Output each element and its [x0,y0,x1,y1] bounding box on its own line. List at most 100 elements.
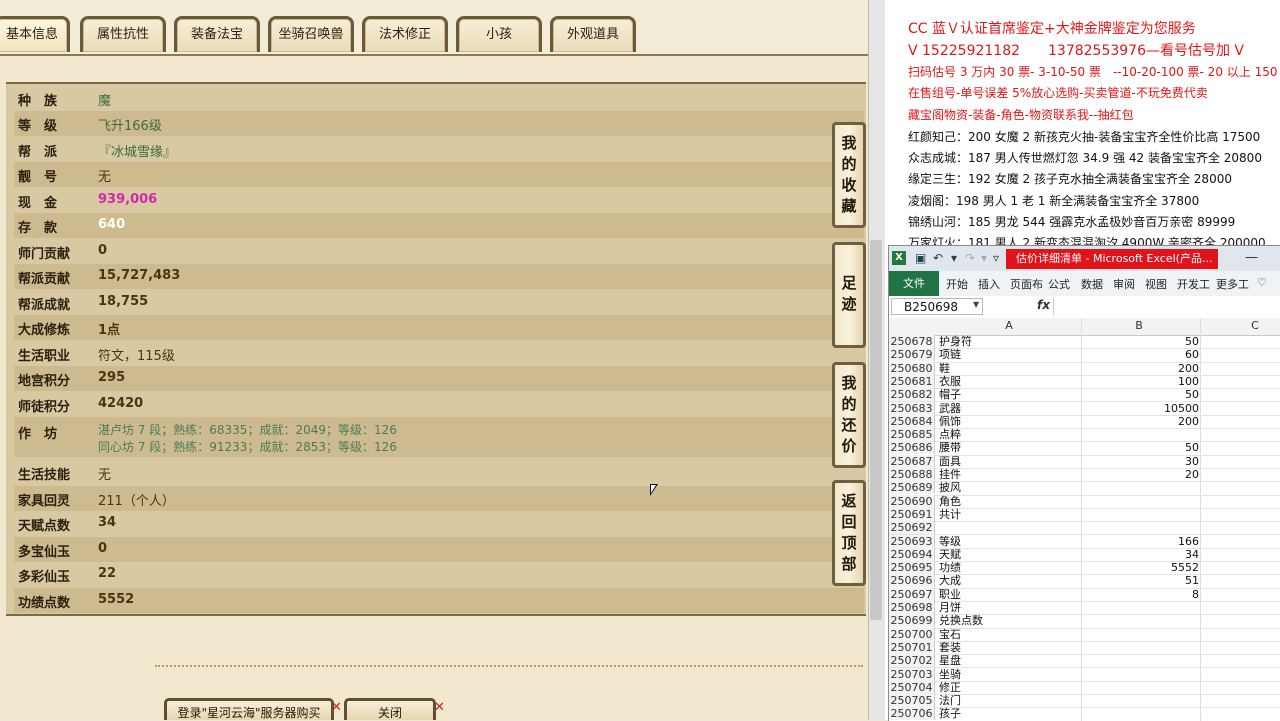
name-box[interactable]: B250698 [891,298,983,315]
cell-a[interactable]: 鞋 [939,362,950,375]
my-offer-button[interactable]: 我 的 还 价 [832,362,866,468]
cell-a[interactable]: 套装 [939,641,961,654]
chevron-down-icon[interactable]: ▾ [951,251,957,265]
cell-a[interactable]: 职业 [939,588,961,601]
cell-a[interactable]: 星盘 [939,654,961,667]
row-number[interactable]: 250682 [889,388,935,402]
row-number[interactable]: 250686 [889,441,935,455]
row-number[interactable]: 250701 [889,640,935,654]
chevron-down-icon[interactable]: ▼ [973,300,979,309]
footprint-button[interactable]: 足 迹 [832,242,866,348]
tab-review[interactable]: 审阅 [1113,276,1135,292]
tab-file[interactable]: 文件 [889,271,939,296]
row-number[interactable]: 250683 [889,401,935,415]
row-number[interactable]: 250681 [889,374,935,388]
cell-b[interactable]: 60 [1081,348,1199,361]
cell-a[interactable]: 天赋 [939,548,961,561]
cell-a[interactable]: 项链 [939,348,961,361]
row-number[interactable]: 250699 [889,614,935,628]
cell-b[interactable]: 50 [1081,388,1199,401]
column-header-b[interactable]: B [1129,319,1149,332]
tab-page-layout[interactable]: 页面布 [1010,276,1043,292]
cell-b[interactable]: 8 [1081,588,1199,601]
tab-developer[interactable]: 开发工 [1177,276,1210,292]
column-header-c[interactable]: C [1245,319,1265,332]
cell-a[interactable]: 点粹 [939,428,961,441]
cell-a[interactable]: 修正 [939,681,961,694]
row-number[interactable]: 250703 [889,667,935,681]
cell-b[interactable]: 100 [1081,375,1199,388]
cell-a[interactable]: 武器 [939,402,961,415]
cell-b[interactable]: 30 [1081,455,1199,468]
row-number[interactable]: 250698 [889,601,935,614]
column-header-a[interactable]: A [999,319,1019,332]
my-favorites-button[interactable]: 我 的 收 藏 [832,122,866,228]
scrollbar-thumb[interactable] [870,240,882,620]
cell-b[interactable]: 5552 [1081,561,1199,574]
row-number[interactable]: 250704 [889,680,935,694]
cell-a[interactable]: 佩饰 [939,415,961,428]
tab-data[interactable]: 数据 [1081,276,1103,292]
row-number[interactable]: 250690 [889,494,935,508]
row-number[interactable]: 250696 [889,574,935,588]
cell-a[interactable]: 功绩 [939,561,961,574]
cell-a[interactable]: 等级 [939,535,961,548]
cell-b[interactable]: 51 [1081,574,1199,587]
cell-a[interactable]: 坐骑 [939,668,961,681]
cell-a[interactable]: 宝石 [939,628,961,641]
chevron-down-icon[interactable]: ▾ [981,251,987,265]
tab-insert[interactable]: 插入 [978,276,1000,292]
login-purchase-button[interactable]: 登录"星河云海"服务器购买 [164,698,334,720]
row-number[interactable]: 250692 [889,521,935,535]
cell-b[interactable]: 166 [1081,535,1199,548]
help-icon[interactable]: ♡ [1257,276,1267,289]
row-number[interactable]: 250695 [889,561,935,575]
row-number[interactable]: 250694 [889,547,935,561]
row-number[interactable]: 250693 [889,534,935,548]
row-number[interactable]: 250688 [889,468,935,481]
row-number[interactable]: 250689 [889,481,935,495]
tab-appearance-items[interactable]: 外观道具 [550,16,636,52]
redo-icon[interactable]: ↷ [965,251,975,265]
row-number[interactable]: 250679 [889,348,935,362]
cell-b[interactable]: 50 [1081,441,1199,454]
cell-a[interactable]: 孩子 [939,707,961,720]
tab-spell-correction[interactable]: 法术修正 [362,16,448,52]
tab-formulas[interactable]: 公式 [1048,276,1070,292]
cell-a[interactable]: 共计 [939,508,961,521]
close-button[interactable]: 关闭 [344,698,436,720]
row-number[interactable]: 250705 [889,694,935,708]
cell-a[interactable]: 兑换点数 [939,614,983,627]
formula-input[interactable] [1053,298,1280,315]
cell-a[interactable]: 衣服 [939,375,961,388]
cell-a[interactable]: 帽子 [939,388,961,401]
cell-a[interactable]: 角色 [939,495,961,508]
function-icon[interactable]: fx [1037,298,1050,312]
tab-view[interactable]: 视图 [1145,276,1167,292]
row-number[interactable]: 250697 [889,587,935,601]
cell-a[interactable]: 法门 [939,694,961,707]
tab-home[interactable]: 开始 [946,276,968,292]
cell-a[interactable]: 护身符 [939,335,972,348]
tab-equipment-treasure[interactable]: 装备法宝 [174,16,260,52]
row-number[interactable]: 250702 [889,654,935,668]
cell-a[interactable]: 挂件 [939,468,961,481]
cell-b[interactable]: 20 [1081,468,1199,481]
cell-b[interactable]: 50 [1081,335,1199,348]
cell-b[interactable]: 34 [1081,548,1199,561]
row-number[interactable]: 250687 [889,454,935,468]
cell-a[interactable]: 大成 [939,574,961,587]
back-to-top-button[interactable]: 返 回 顶 部 [832,480,866,586]
cell-a[interactable]: 月饼 [939,601,961,614]
tab-attribute-resistance[interactable]: 属性抗性 [80,16,166,52]
cell-a[interactable]: 披风 [939,481,961,494]
row-number[interactable]: 250684 [889,414,935,428]
row-number[interactable]: 250700 [889,627,935,641]
minimize-icon[interactable]: — [1245,250,1258,265]
row-number[interactable]: 250691 [889,507,935,521]
undo-icon[interactable]: ↶ [933,251,943,265]
cell-b[interactable]: 200 [1081,415,1199,428]
cell-a[interactable]: 腰带 [939,441,961,454]
cell-a[interactable]: 面具 [939,455,961,468]
save-icon[interactable]: ▣ [915,251,926,265]
